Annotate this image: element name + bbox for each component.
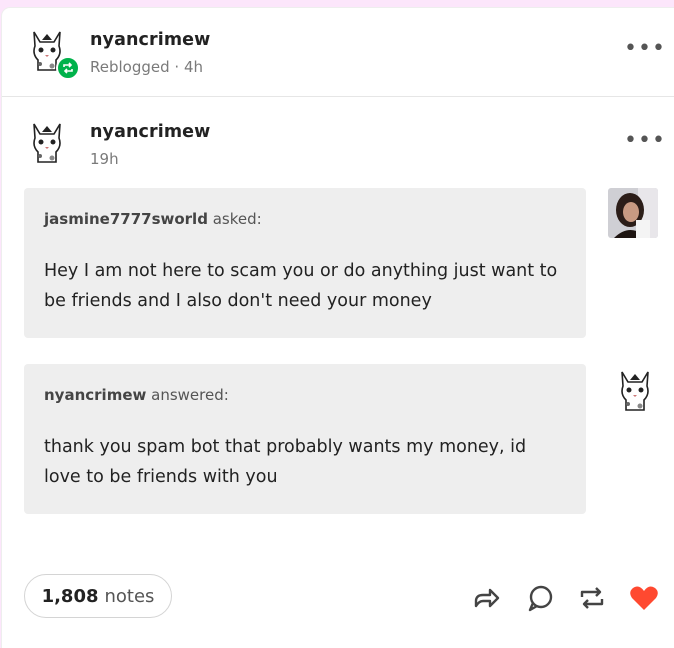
- notes-label: notes: [104, 585, 155, 607]
- divider: [2, 96, 674, 97]
- answered-label: answered:: [151, 386, 229, 404]
- cat-avatar-icon[interactable]: [616, 368, 654, 412]
- more-icon[interactable]: •••: [624, 38, 666, 60]
- notes-count: 1,808: [41, 585, 99, 607]
- asker-username[interactable]: jasmine7777sworld: [44, 210, 208, 228]
- ask-text: Hey I am not here to scam you or do anyt…: [44, 261, 558, 311]
- reply-icon[interactable]: [524, 582, 556, 614]
- ask-attribution: jasmine7777sworld asked:: [44, 210, 262, 228]
- share-icon[interactable]: [470, 582, 502, 614]
- heart-icon[interactable]: [628, 582, 660, 614]
- answerer-username[interactable]: nyancrimew: [44, 386, 146, 404]
- post-author-username[interactable]: nyancrimew: [90, 122, 210, 142]
- asked-label: asked:: [212, 210, 262, 228]
- reblog-meta: Reblogged · 4h: [90, 58, 203, 76]
- notes-button[interactable]: 1,808 notes: [24, 574, 172, 618]
- answer-bubble: nyancrimew answered: thank you spam bot …: [24, 364, 586, 514]
- answer-text: thank you spam bot that probably wants m…: [44, 437, 527, 487]
- answer-attribution: nyancrimew answered:: [44, 386, 229, 404]
- post-card: nyancrimew Reblogged · 4h ••• nyancrimew…: [2, 8, 674, 648]
- asker-avatar[interactable]: [608, 188, 658, 238]
- post-time: 19h: [90, 150, 119, 168]
- reblogger-username[interactable]: nyancrimew: [90, 30, 210, 50]
- cat-avatar-icon[interactable]: [28, 120, 66, 164]
- ask-bubble: jasmine7777sworld asked: Hey I am not he…: [24, 188, 586, 338]
- reblog-icon: [56, 56, 80, 80]
- reblog-action-icon[interactable]: [576, 582, 608, 614]
- more-icon[interactable]: •••: [624, 130, 666, 152]
